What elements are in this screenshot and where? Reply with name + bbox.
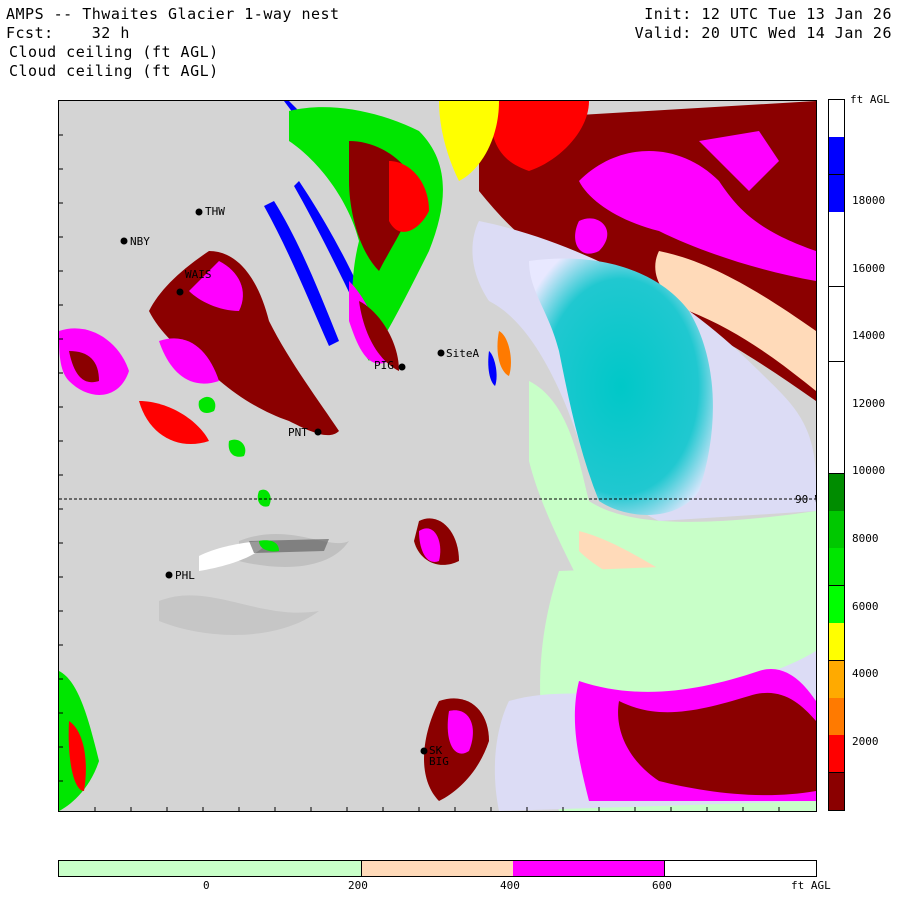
colorbar-vertical-unit: ft AGL: [850, 93, 890, 106]
field-label-2: Cloud ceiling (ft AGL): [9, 62, 219, 80]
init-time: Init: 12 UTC Tue 13 Jan 26: [644, 5, 892, 23]
colorbar-vertical-segment: [829, 137, 844, 176]
colorbar-tick-14000: 14000: [852, 329, 886, 342]
colorbar-vertical-segment: [829, 361, 844, 400]
svg-text:THW: THW: [205, 205, 225, 218]
colorbar-vertical-segment: [829, 623, 844, 662]
colorbar-horizontal-segment: [513, 861, 666, 876]
colorbar-vertical-segment: [829, 324, 844, 363]
colorbar-horizontal-segment: [210, 861, 363, 876]
colorbar-tick-8000: 8000: [852, 532, 879, 545]
colorbar-tick-18000: 18000: [852, 194, 886, 207]
field-label-1: Cloud ceiling (ft AGL): [9, 43, 219, 61]
colorbar-horizontal-segment: [361, 861, 514, 876]
map-title: AMPS -- Thwaites Glacier 1-way nest: [6, 5, 340, 23]
svg-text:PNT: PNT: [288, 426, 308, 439]
svg-text:PIG: PIG: [374, 359, 394, 372]
colorbar-tick-4000: 4000: [852, 667, 879, 680]
colorbar-vertical-segment: [829, 772, 844, 811]
colorbar-tick-16000: 16000: [852, 262, 886, 275]
colorbar-vertical-segment: [829, 174, 844, 213]
colorbar-vertical-segment: [829, 585, 844, 624]
colorbar-horizontal: [58, 860, 817, 877]
colorbar-tick-600: 600: [652, 879, 672, 892]
svg-text:WAIS: WAIS: [185, 268, 212, 281]
colorbar-tick-2000: 2000: [852, 735, 879, 748]
svg-text:NBY: NBY: [130, 235, 150, 248]
colorbar-vertical-segment: [829, 436, 844, 475]
colorbar-vertical-segment: [829, 735, 844, 774]
station-big: BIG: [429, 755, 449, 768]
colorbar-tick-10000: 10000: [852, 464, 886, 477]
colorbar-tick-0: 0: [203, 879, 210, 892]
colorbar-tick-200: 200: [348, 879, 368, 892]
colorbar-vertical-segment: [829, 398, 844, 437]
colorbar-vertical-segment: [829, 660, 844, 699]
colorbar-horizontal-segment: [664, 861, 817, 876]
colorbar-tick-6000: 6000: [852, 600, 879, 613]
colorbar-horizontal-unit: ft AGL: [791, 879, 831, 892]
svg-text:SiteA: SiteA: [446, 347, 479, 360]
valid-time: Valid: 20 UTC Wed 14 Jan 26: [634, 24, 892, 42]
colorbar-vertical-segment: [829, 249, 844, 288]
colorbar-horizontal-segment: [59, 861, 211, 876]
colorbar-vertical-segment: [829, 511, 844, 550]
forecast-hour: Fcst: 32 h: [6, 24, 130, 42]
map-canvas: 90 W THW NBY WAIS SiteA PIG PNT PHL: [59, 101, 816, 811]
colorbar-vertical-segment: [829, 548, 844, 587]
svg-text:PHL: PHL: [175, 569, 195, 582]
colorbar-vertical-segment: [829, 286, 844, 325]
colorbar-vertical-segment: [829, 697, 844, 736]
colorbar-tick-12000: 12000: [852, 397, 886, 410]
colorbar-vertical-segment: [829, 473, 844, 512]
forecast-map: 90 W THW NBY WAIS SiteA PIG PNT PHL: [58, 100, 817, 812]
colorbar-vertical: [828, 99, 845, 811]
colorbar-vertical-segment: [829, 212, 844, 251]
colorbar-vertical-segment: [829, 100, 844, 138]
colorbar-tick-400: 400: [500, 879, 520, 892]
svg-text:BIG: BIG: [429, 755, 449, 768]
latitude-line-label: 90 W: [795, 493, 816, 506]
